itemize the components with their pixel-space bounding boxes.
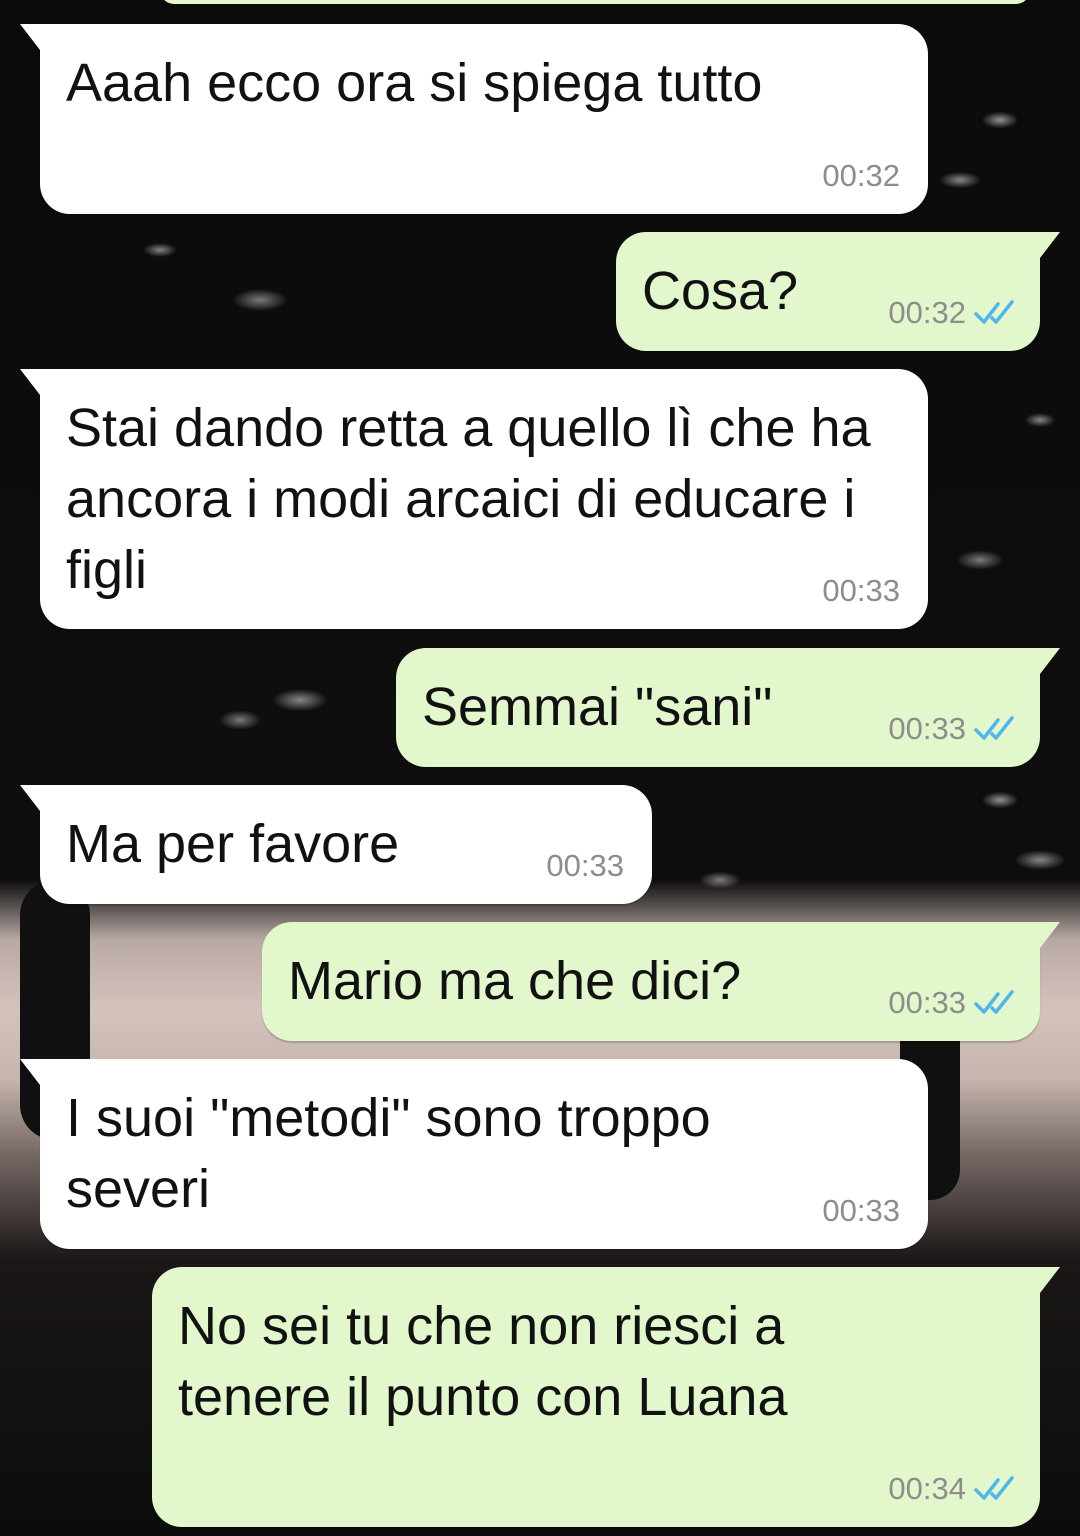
incoming-message[interactable]: Stai dando retta a quello lì che ha anco…	[20, 369, 928, 629]
message-meta: 00:32	[888, 295, 1018, 331]
message-meta: 00:33	[888, 711, 1018, 747]
message-text: Stai dando retta a quello lì che ha anco…	[66, 398, 871, 600]
message-meta: 00:32	[822, 158, 900, 194]
incoming-message[interactable]: I suoi "metodi" sono troppo severi 00:33	[20, 1059, 928, 1249]
double-check-icon	[974, 716, 1014, 740]
message-time: 00:33	[546, 848, 624, 883]
message-text: No sei tu che non riesci a tenere il pun…	[178, 1296, 788, 1427]
message-time: 00:32	[822, 158, 900, 193]
message-time: 00:33	[822, 1193, 900, 1228]
message-text: Ma per favore	[66, 814, 400, 874]
outgoing-message[interactable]: No sei tu che non riesci a tenere il pun…	[152, 1267, 1060, 1527]
message-time: 00:33	[888, 711, 966, 746]
message-meta: 00:33	[888, 985, 1018, 1021]
message-meta: 00:33	[822, 1193, 900, 1229]
message-meta: 00:33	[822, 573, 900, 609]
outgoing-message[interactable]: Cosa? 00:32	[616, 232, 1060, 351]
incoming-message[interactable]: Ma per favore 00:33	[20, 785, 652, 904]
outgoing-message[interactable]: Semmai "sani" 00:33	[396, 648, 1060, 767]
outgoing-message[interactable]: Mario ma che dici? 00:33	[262, 922, 1060, 1041]
message-time: 00:33	[888, 985, 966, 1020]
message-text: Aaah ecco ora si spiega tutto	[66, 53, 763, 113]
previous-message-edge	[160, 0, 1030, 4]
message-time: 00:34	[888, 1471, 966, 1506]
message-meta: 00:34	[888, 1471, 1018, 1507]
incoming-message[interactable]: Aaah ecco ora si spiega tutto 00:32	[20, 24, 928, 214]
message-time: 00:33	[822, 573, 900, 608]
double-check-icon	[974, 300, 1014, 324]
message-meta: 00:33	[546, 848, 624, 884]
double-check-icon	[974, 1476, 1014, 1500]
double-check-icon	[974, 990, 1014, 1014]
message-time: 00:32	[888, 295, 966, 330]
message-text: I suoi "metodi" sono troppo severi	[66, 1088, 711, 1219]
